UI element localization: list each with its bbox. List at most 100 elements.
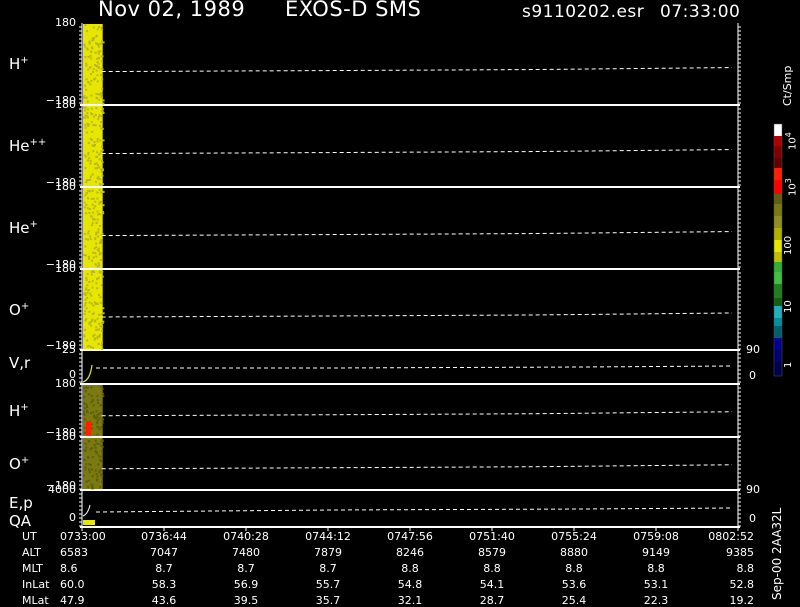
panel-0-speck [96,28,99,31]
panel-5-speck [92,404,95,407]
panel-1-speck [98,124,101,127]
panel-1-speck [86,108,89,111]
panel-5-speck [84,386,87,389]
panel-0-speck [95,96,98,99]
panel-2-speck [88,211,91,214]
panel-3-speck [86,296,89,299]
panel-1-speck [84,155,87,158]
panel-5-speck [101,421,104,424]
panel-4-right-top-label: 90 [746,343,760,356]
panel-0-speck [96,42,99,45]
panel-5-speck [90,394,93,397]
panel-1-speck [87,151,90,154]
panel-2-speck [85,204,88,207]
panel-1-speck [99,184,102,187]
panel-3-speck [102,312,105,315]
table-cell-inlat: 52.8 [729,578,755,591]
panel-3-speck [86,284,89,287]
panel-3-speck [100,284,103,287]
panel-5-speck [96,433,99,436]
panel-1-speck [101,107,104,110]
panel-6-speck [101,439,104,442]
panel-3-speck [91,286,94,289]
panel-6-speck [96,475,99,478]
panel-1-speck [84,114,87,117]
panel-5-speck [90,423,93,426]
panel-2-speck [84,254,87,257]
panel-0-speck [97,62,100,65]
panel-2-speck [102,190,105,193]
panel-2-speck [89,238,92,241]
panel-0-speck [98,93,101,96]
panel-5-speck [95,417,98,420]
panel-6-speck [87,485,90,488]
panel-6-speck [95,442,98,445]
panel-3-speck [84,302,87,305]
panel-2-speck [86,238,89,241]
panel-2-speck [83,254,86,257]
panel-3-speck [95,326,98,329]
panel-3-speck [83,313,86,316]
panel-3-speck [99,301,102,304]
panel-1-speck [87,142,90,145]
panel-6-speck [99,455,102,458]
panel-7-right-top-label: 90 [746,483,760,496]
panel-7-top-tick-label: 4000 [48,483,76,496]
panel-6-speck [83,458,86,461]
table-cell-mlat: 35.7 [315,594,341,607]
panel-1-speck [89,138,92,141]
panel-5-speck [95,410,98,413]
panel-1-speck [93,115,96,118]
panel-0-speck [86,48,89,51]
panel-5-speck [98,427,101,430]
panel-6-speck [96,478,99,481]
panel-3-speck [99,296,102,299]
table-cell-alt: 9149 [642,546,670,559]
table-cell-inlat: 53.6 [561,578,587,591]
panel-0-speck [86,81,89,84]
panel-3-speck [101,347,104,350]
panel-1-speck [98,158,101,161]
panel-6-speck [87,479,90,482]
panel-1-speck [90,120,93,123]
panel-5-speck [85,405,88,408]
table-cell-alt: 8579 [478,546,506,559]
panel-5-speck [83,426,86,429]
panel-5-speck [93,414,96,417]
panel-5-speck [101,387,104,390]
colorbar-segment [774,228,782,240]
panel-0-speck [85,62,88,65]
panel-3-speck [102,307,105,310]
panel-0-speck [101,39,104,42]
table-cell-inlat: 53.1 [643,578,669,591]
colorbar-segment [774,338,782,350]
table-cell-alt: 7047 [150,546,178,559]
panel-1-speck [99,139,102,142]
colorbar-segment [774,194,782,204]
panel-1-speck [96,151,99,154]
panel-6-speck [85,480,88,483]
panel-6-speck [95,473,98,476]
panel-2-speck [99,258,102,261]
panel-0-speck [85,96,88,99]
panel-5-speck [98,417,101,420]
panel-1-speck [83,116,86,119]
panel-3-speck [101,275,104,278]
panel-1-speck [96,163,99,166]
panel-4-top-tick-label: 25 [62,343,76,356]
table-cell-mlt: 8.7 [319,562,337,575]
panel-2-speck [95,221,98,224]
panel-6-species-label: O+ [9,454,30,473]
panel-5-speck [84,402,87,405]
table-cell-ut: 0747:56 [387,530,433,543]
panel-1-speck [91,144,94,147]
panel-2-speck [92,217,95,220]
table-cell-alt: 8880 [560,546,588,559]
panel-6-speck [94,439,97,442]
panel-6-speck [84,468,87,471]
panel-6-speck [100,480,103,483]
table-cell-mlat: 39.5 [233,594,259,607]
panel-2-speck [94,205,97,208]
panel-0-speck [98,98,101,101]
panel-3-speck [93,337,96,340]
